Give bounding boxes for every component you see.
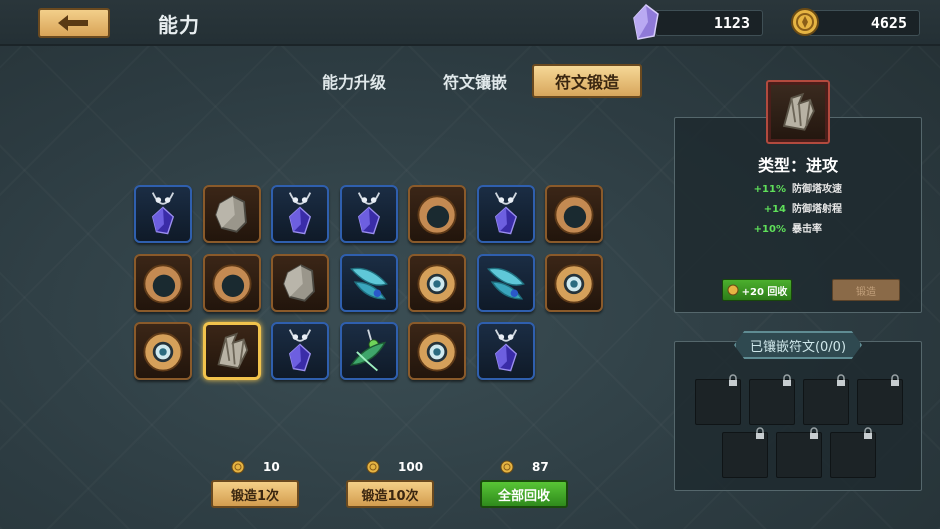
- rune-slot[interactable]: [202, 253, 261, 312]
- lock-icon: [783, 374, 791, 386]
- ring-bronze-icon: [211, 263, 252, 303]
- lock-icon: [810, 427, 818, 439]
- lock-icon: [864, 427, 872, 439]
- locked-rune-slot[interactable]: [776, 427, 822, 478]
- forge-action-button[interactable]: 锻造10次: [346, 480, 434, 508]
- tab-ability-upgrade[interactable]: 能力升级: [304, 64, 404, 98]
- ring-bronze-icon: [554, 195, 594, 235]
- locked-rune-slot[interactable]: [857, 374, 903, 425]
- rune-slot[interactable]: [134, 253, 192, 312]
- rune-slot[interactable]: [134, 185, 192, 243]
- rune-slot[interactable]: [339, 253, 398, 312]
- gold-coin-icon: [791, 8, 819, 36]
- necklace-purple-icon: [288, 192, 312, 235]
- ring-eye-icon: [554, 263, 594, 303]
- lock-icon: [756, 427, 764, 439]
- inlaid-runes-title: 已镶嵌符文(0/0): [734, 331, 862, 359]
- necklace-purple-icon: [288, 329, 312, 372]
- rune-slot[interactable]: [476, 322, 535, 380]
- rune-slot[interactable]: [134, 322, 192, 380]
- forge-cost: 10: [231, 460, 280, 474]
- necklace-purple-icon: [151, 192, 175, 235]
- forge-button[interactable]: 锻造: [832, 279, 900, 301]
- rune-slot[interactable]: [202, 185, 261, 243]
- gold-count: 4625: [808, 10, 920, 36]
- recycle-button-label: +20 回收: [741, 286, 788, 298]
- stone-icon: [283, 263, 315, 302]
- locked-rune-slot[interactable]: [830, 427, 876, 478]
- back-button[interactable]: [38, 8, 110, 38]
- armor-fragment-icon: [216, 332, 248, 370]
- rune-slot[interactable]: [271, 322, 329, 380]
- game-screen: 能力 1123 4625 能力升级 符文镶嵌 符文锻造 类型：进攻 +11% 防…: [0, 0, 940, 529]
- crystal-count: 1123: [655, 10, 763, 36]
- forge-action-button[interactable]: 锻造1次: [211, 480, 299, 508]
- necklace-purple-icon: [357, 192, 380, 235]
- gold-coin-icon: [231, 460, 245, 474]
- back-arrow-icon: [58, 15, 88, 31]
- locked-rune-slot[interactable]: [749, 374, 795, 425]
- recycle-button[interactable]: +20 回收: [722, 279, 792, 301]
- rune-slot[interactable]: [408, 322, 466, 380]
- tab-rune-inlay[interactable]: 符文镶嵌: [425, 64, 525, 98]
- leaf-feather-icon: [486, 267, 525, 300]
- lock-icon: [729, 374, 737, 386]
- rune-slot[interactable]: [545, 185, 603, 243]
- rune-stat: +10% 暴击率: [753, 224, 822, 235]
- forge-cost: 87: [500, 460, 549, 474]
- ring-eye-icon: [417, 332, 457, 372]
- tab-rune-forge[interactable]: 符文锻造: [532, 64, 642, 98]
- lock-icon: [891, 374, 899, 386]
- lock-icon: [837, 374, 845, 386]
- rune-slot[interactable]: [339, 322, 398, 380]
- gold-coin-icon: [727, 284, 739, 296]
- rune-slot[interactable]: [408, 253, 466, 312]
- forge-cost-value: 100: [398, 460, 424, 474]
- rune-stat: +14 防御塔射程: [763, 204, 842, 215]
- locked-rune-slot[interactable]: [722, 427, 768, 478]
- crystal-icon: [633, 4, 659, 40]
- forge-cost: 100: [366, 460, 423, 474]
- armor-fragment-icon: [782, 92, 815, 131]
- ring-bronze-icon: [417, 195, 457, 235]
- top-bar: 能力 1123 4625: [0, 0, 940, 46]
- rune-slot[interactable]: [476, 253, 535, 312]
- rune-slot[interactable]: [476, 185, 535, 243]
- necklace-purple-icon: [494, 192, 517, 235]
- rune-slot[interactable]: [339, 185, 398, 243]
- page-title: 能力: [158, 13, 200, 37]
- rune-stat: +11% 防御塔攻速: [753, 184, 842, 195]
- forge-cost-value: 87: [532, 460, 549, 474]
- rune-slot[interactable]: [271, 253, 329, 312]
- rune-slot[interactable]: [408, 185, 466, 243]
- gold-coin-icon: [366, 460, 380, 474]
- ring-eye-icon: [143, 332, 183, 372]
- rune-slot[interactable]: [545, 253, 603, 312]
- locked-rune-slot[interactable]: [695, 374, 741, 425]
- stone-icon: [214, 195, 247, 233]
- recycle-all-button[interactable]: 全部回收: [480, 480, 568, 508]
- gold-coin-icon: [500, 460, 514, 474]
- leaf-amulet-icon: [349, 329, 386, 372]
- leaf-feather-icon: [349, 267, 388, 300]
- rune-slot[interactable]: [271, 185, 329, 243]
- selected-rune-icon-frame: [766, 80, 830, 144]
- forge-cost-value: 10: [263, 460, 280, 474]
- rune-slot[interactable]: [202, 322, 261, 380]
- ring-bronze-icon: [143, 263, 183, 303]
- ring-eye-icon: [417, 263, 457, 303]
- rune-type-label: 类型：进攻: [757, 156, 838, 175]
- locked-rune-slot[interactable]: [803, 374, 849, 425]
- necklace-purple-icon: [494, 329, 517, 372]
